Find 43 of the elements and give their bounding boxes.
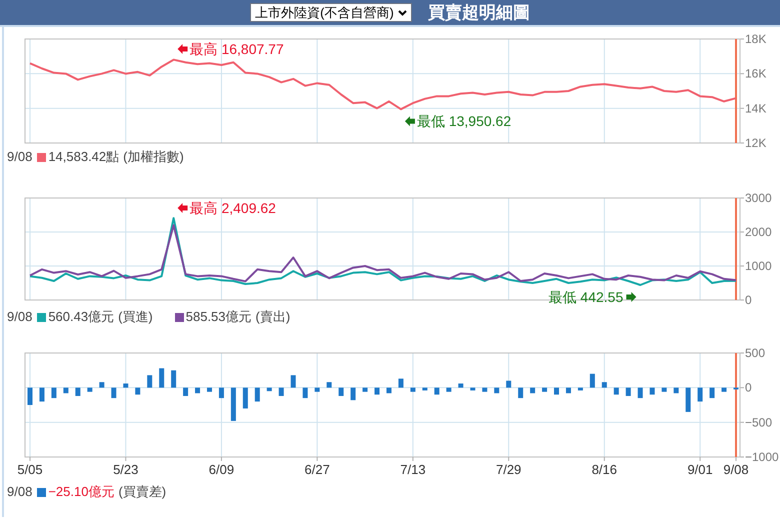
axis-label: 5/23 [113, 462, 138, 477]
axis-label: 1000 [745, 259, 772, 273]
legend-date: 9/08 [7, 308, 32, 326]
annotation-label: 最高 2,409.62 [190, 200, 276, 216]
axis-label: 2000 [745, 225, 772, 239]
annotation-label: 最低 442.55 [548, 288, 624, 305]
legend-label: (加權指數) [123, 148, 184, 166]
legend-label: (買進) [118, 308, 153, 326]
axis-label: 7/13 [400, 462, 426, 477]
legend-value: 560.43億元 [48, 308, 114, 326]
legend-value: 585.53億元 [186, 308, 252, 326]
axis-label: 3000 [745, 191, 772, 205]
legend-value: −25.10億元 [48, 483, 114, 502]
page-title: 買賣超明細圖 [428, 2, 530, 24]
legend-label: (賣出) [256, 308, 290, 326]
legend-value: 14,583.42點 [48, 148, 120, 166]
legend-date: 9/08 [7, 483, 32, 502]
arrow-icon [404, 116, 415, 126]
axis-label: 0 [745, 293, 752, 307]
market-dropdown[interactable]: 上市外陸資(不含自營商) [250, 3, 412, 22]
axis-label: 7/29 [496, 462, 522, 477]
axis-label: 18K [745, 32, 766, 46]
chevron-down-icon [398, 10, 407, 16]
axis-label: 12K [745, 136, 766, 147]
axis-label: 9/08 [723, 462, 749, 477]
legend-label: (買賣差) [118, 483, 166, 502]
axis-label: −1000 [745, 450, 779, 464]
axis-label: 16K [745, 66, 766, 81]
annotation-label: 最高 16,807.77 [190, 41, 284, 57]
axis-label: 8/16 [592, 462, 618, 477]
axis-label: 9/01 [687, 462, 713, 477]
arrow-icon [626, 292, 636, 302]
axis-label: 6/09 [208, 462, 234, 477]
legend-date: 9/08 [7, 148, 32, 166]
axis-label: 6/27 [304, 462, 330, 477]
axis-label: 14K [745, 101, 766, 116]
annotation-label: 最低 13,950.62 [416, 113, 512, 130]
axis-label: 5/05 [17, 462, 43, 477]
arrow-icon [178, 203, 188, 213]
axis-label: 0 [745, 380, 752, 395]
axis-label: 500 [745, 346, 766, 360]
axis-label: −500 [745, 415, 772, 430]
arrow-icon [178, 44, 188, 54]
